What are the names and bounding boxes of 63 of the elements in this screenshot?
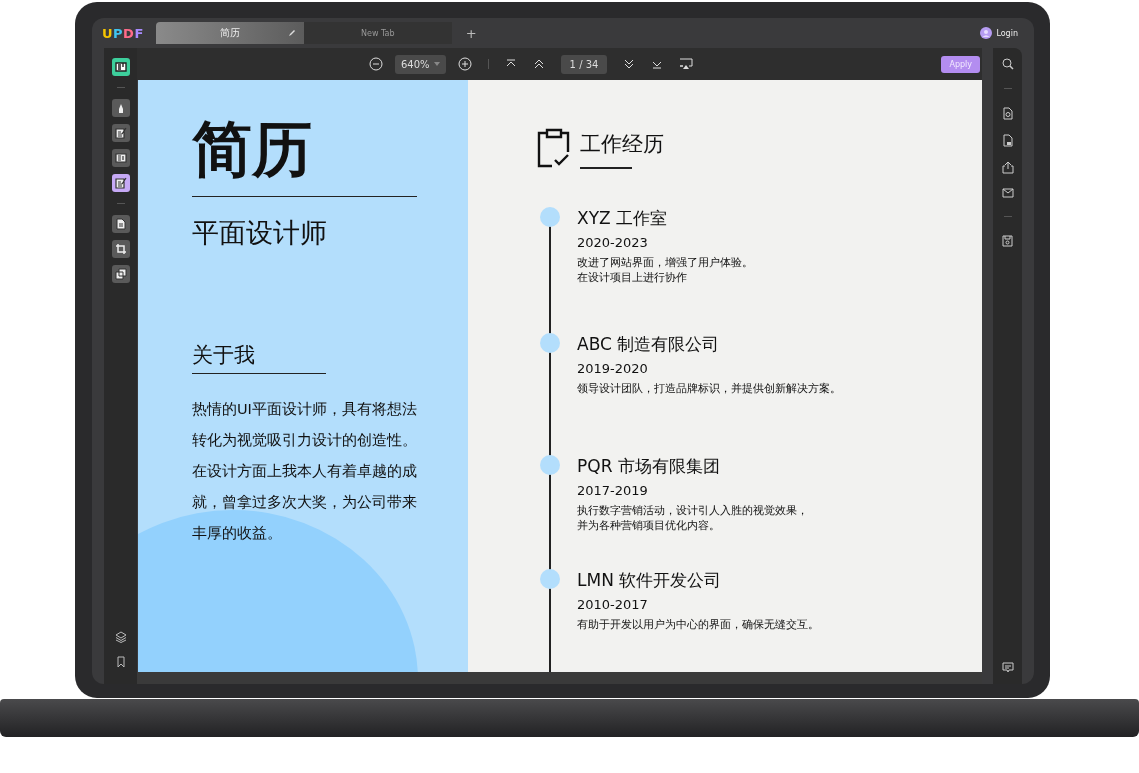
job-years: 2017-2019 [577,482,649,498]
job-years: 2010-2017 [577,596,649,612]
mail-icon[interactable] [1001,188,1014,198]
job-description: 在设计项目上进行协作 [577,269,688,285]
company-name: LMN 软件开发公司 [577,568,723,592]
lock-file-icon[interactable] [1002,134,1013,147]
edit-icon [114,127,127,139]
save-icon[interactable] [1002,235,1013,247]
bookmark-icon[interactable] [115,656,126,668]
watermark-icon [114,268,127,280]
job-description: 领导设计团队，打造品牌标识，并提供创新解决方案。 [577,380,841,396]
form-icon [114,177,127,189]
section-heading: 关于我 [192,341,326,374]
zoom-out-icon[interactable] [369,57,383,71]
zoom-in-icon[interactable] [457,57,472,71]
document-tab[interactable]: 简历 [155,22,304,44]
pages-tool[interactable] [111,215,130,233]
crop-tool[interactable] [111,240,130,258]
caret-icon [433,62,440,66]
timeline-dot [540,568,560,589]
resume-title: 简历 [192,114,417,197]
job-years: 2020-2023 [577,234,649,250]
page-number-field[interactable]: 1 / 34 [560,54,608,74]
previous-page-icon[interactable] [532,58,545,70]
company-name: XYZ 工作室 [577,206,669,230]
next-page-icon[interactable] [623,58,636,70]
layers-icon[interactable] [114,631,127,643]
job-description: 执行数字营销活动，设计引人入胜的视觉效果， [577,502,808,518]
document-tab[interactable]: New Tab [303,22,452,44]
convert-file-icon[interactable] [1002,107,1013,120]
clipboard-icon [536,128,572,168]
edit-tool[interactable] [111,124,130,142]
pencil-icon[interactable] [287,29,296,37]
section-heading: 工作经历 [580,131,664,158]
zoom-dropdown[interactable]: 640% [395,54,446,74]
company-name: ABC 制造有限公司 [577,332,721,356]
columns-icon [114,152,127,164]
search-icon[interactable] [1001,58,1014,70]
form-tool[interactable] [111,174,130,192]
timeline-dot [540,332,560,353]
avatar-icon [980,27,993,39]
login-button[interactable]: Login [974,26,1024,40]
new-tab-button[interactable]: + [459,24,483,42]
timeline-dot [540,206,560,227]
job-description: 并为各种营销项目优化内容。 [577,517,721,533]
timeline-dot [540,454,560,475]
app-logo: UPDF [102,25,144,41]
job-description: 有助于开发以用户为中心的界面，确保无缝交互。 [577,616,819,632]
slideshow-icon[interactable] [679,58,694,70]
columns-tool[interactable] [111,149,130,167]
job-years: 2019-2020 [577,360,649,376]
pages-icon [114,218,127,230]
reader-tool[interactable] [111,58,130,76]
reader-icon [114,61,127,73]
job-title: 平面设计师 [192,216,328,250]
share-icon[interactable] [1001,161,1014,174]
crop-icon [114,243,127,255]
watermark-tool[interactable] [111,265,130,283]
about-paragraph: 热情的UI平面设计师，具有将想法转化为视觉吸引力设计的创造性。在设计方面上我本人有着卓越的成就，曾拿过多次大奖，为公司带来丰厚的收益。 [192,400,418,543]
company-name: PQR 市场有限集团 [577,454,721,478]
comment-icon[interactable] [1001,662,1014,674]
job-description: 改进了网站界面，增强了用户体验。 [577,254,753,270]
comment-tool[interactable] [111,99,130,117]
